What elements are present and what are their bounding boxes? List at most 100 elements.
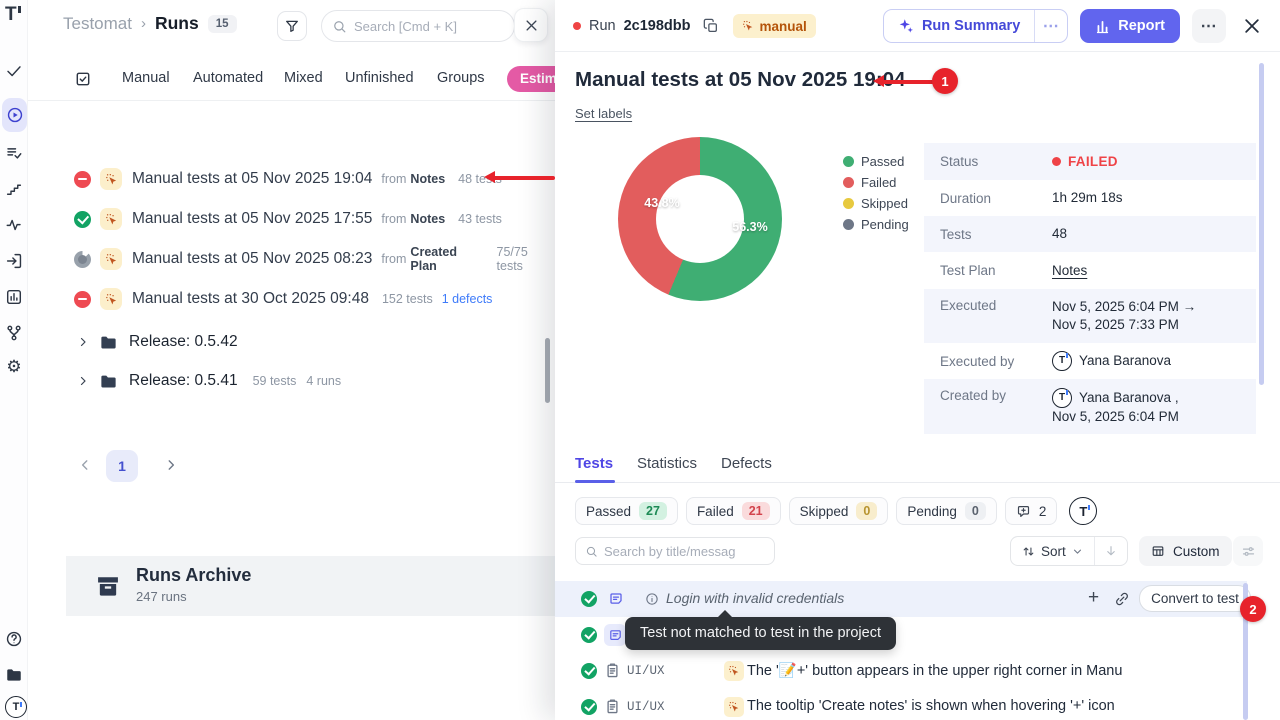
run-summary-button[interactable]: Run Summary: [884, 10, 1034, 42]
close-icon: [524, 18, 539, 33]
pagination-prev-icon[interactable]: [78, 458, 92, 472]
tab-statistics[interactable]: Statistics: [637, 455, 697, 472]
tests-search-input[interactable]: [604, 544, 765, 559]
tab-groups[interactable]: Groups: [437, 70, 485, 86]
test-row[interactable]: UI/UX The '📝+' button appears in the upp…: [555, 653, 1247, 689]
status-progress-icon: [74, 251, 91, 268]
assignee-avatar[interactable]: T: [1069, 497, 1097, 525]
list-panel-close-button[interactable]: [514, 8, 548, 42]
tab-estimate-badge[interactable]: Estim: [507, 66, 555, 92]
pagination: 1: [28, 450, 555, 482]
chip-pending[interactable]: Pending0: [896, 497, 997, 525]
test-row[interactable]: Login with invalid credentials + Convert…: [555, 581, 1247, 617]
help-icon[interactable]: [5, 630, 23, 648]
checks-icon[interactable]: [5, 62, 23, 80]
comment-plus-icon: [1016, 504, 1031, 519]
more-actions-button[interactable]: ⋯: [1192, 9, 1226, 43]
select-all-icon[interactable]: [74, 70, 92, 88]
note-icon: [608, 591, 624, 607]
active-tab-underline: [575, 480, 615, 483]
run-from-label: from: [381, 252, 406, 266]
runs-search-input[interactable]: [354, 19, 504, 34]
tab-mixed[interactable]: Mixed: [284, 70, 323, 86]
tab-tests[interactable]: Tests: [575, 455, 613, 472]
copy-icon[interactable]: [703, 18, 719, 34]
status-failed-icon: [74, 291, 91, 308]
run-list-item[interactable]: Manual tests at 05 Nov 2025 08:23 from C…: [28, 244, 555, 274]
runs-archive-card[interactable]: Runs Archive 247 runs: [66, 556, 555, 616]
run-plan-link[interactable]: Created Plan: [410, 245, 483, 273]
annotation-arrow-1-list-line: [493, 176, 555, 180]
tab-defects[interactable]: Defects: [721, 455, 772, 472]
run-defects-link[interactable]: 1 defects: [442, 292, 493, 306]
settings-gear-icon[interactable]: ⚙: [5, 358, 23, 376]
run-list-item[interactable]: Manual tests at 05 Nov 2025 19:04 from N…: [28, 164, 555, 194]
view-settings-button[interactable]: [1233, 536, 1263, 566]
sort-direction-button[interactable]: [1095, 537, 1127, 565]
folder-title[interactable]: Release: 0.5.42: [129, 333, 238, 351]
status-failed-icon: [74, 171, 91, 188]
test-title[interactable]: The '📝+' button appears in the upper rig…: [747, 662, 1122, 679]
tab-manual[interactable]: Manual: [122, 70, 170, 86]
test-plan-link[interactable]: Notes: [1052, 262, 1087, 280]
release-folder-row[interactable]: Release: 0.5.42: [28, 328, 555, 356]
arrow-down-icon: [1104, 544, 1118, 558]
filter-button[interactable]: [277, 11, 307, 41]
convert-to-test-button[interactable]: Convert to test: [1139, 585, 1251, 612]
run-title[interactable]: Manual tests at 05 Nov 2025 19:04: [132, 170, 372, 188]
test-plans-icon[interactable]: [5, 144, 23, 162]
sidebar-item-runs[interactable]: [2, 98, 27, 132]
run-plan-link[interactable]: Notes: [410, 172, 445, 186]
run-list-item[interactable]: Manual tests at 30 Oct 2025 09:48 152 te…: [28, 284, 555, 314]
projects-folder-icon[interactable]: [5, 666, 23, 684]
folder-title[interactable]: Release: 0.5.41: [129, 372, 238, 390]
import-icon[interactable]: [5, 252, 23, 270]
run-title[interactable]: Manual tests at 05 Nov 2025 17:55: [132, 210, 372, 228]
chip-failed[interactable]: Failed21: [686, 497, 781, 525]
note-icon: [608, 628, 623, 643]
link-icon[interactable]: [1114, 591, 1130, 607]
account-avatar[interactable]: T: [5, 696, 23, 719]
runs-search[interactable]: [321, 10, 515, 42]
chip-comments[interactable]: 2: [1005, 497, 1058, 525]
annotation-step-1: 1: [932, 68, 958, 94]
branches-icon[interactable]: [5, 324, 23, 342]
info-row-executed-by: Executed by TYana Baranova: [924, 343, 1256, 379]
chip-skipped[interactable]: Skipped0: [789, 497, 889, 525]
pagination-next-icon[interactable]: [164, 458, 178, 472]
test-row[interactable]: UI/UX The tooltip 'Create notes' is show…: [555, 689, 1247, 720]
chevron-right-icon[interactable]: [77, 336, 89, 348]
run-summary-more-button[interactable]: ⋯: [1035, 10, 1067, 42]
test-title[interactable]: Login with invalid credentials: [666, 590, 844, 606]
custom-view-button[interactable]: Custom: [1139, 536, 1232, 566]
test-title[interactable]: The tooltip 'Create notes' is shown when…: [747, 698, 1115, 714]
report-button[interactable]: Report: [1080, 9, 1180, 43]
chevron-right-icon[interactable]: [77, 375, 89, 387]
run-plan-link[interactable]: Notes: [410, 212, 445, 226]
sort-button[interactable]: Sort: [1011, 544, 1094, 559]
tab-unfinished[interactable]: Unfinished: [345, 70, 414, 86]
detail-scrollbar-top[interactable]: [1259, 63, 1264, 385]
release-folder-row[interactable]: Release: 0.5.41 59 tests 4 runs: [28, 367, 555, 395]
breadcrumb-app[interactable]: Testomat: [63, 14, 132, 34]
run-title[interactable]: Manual tests at 30 Oct 2025 09:48: [132, 290, 369, 308]
run-title[interactable]: Manual tests at 05 Nov 2025 08:23: [132, 250, 372, 268]
run-list-item[interactable]: Manual tests at 05 Nov 2025 17:55 from N…: [28, 204, 555, 234]
testomat-logo-icon[interactable]: T: [5, 4, 23, 28]
tests-search[interactable]: [575, 537, 775, 565]
breadcrumb-section[interactable]: Runs: [155, 13, 199, 34]
clipboard-icon: [604, 698, 621, 715]
set-labels-link[interactable]: Set labels: [575, 106, 632, 121]
chip-passed[interactable]: Passed27: [575, 497, 678, 525]
list-scrollbar[interactable]: [545, 338, 550, 403]
activity-icon[interactable]: [5, 216, 23, 234]
detail-close-icon[interactable]: [1242, 16, 1262, 36]
analytics-icon[interactable]: [5, 288, 23, 306]
pagination-page-1[interactable]: 1: [106, 450, 138, 482]
manual-badge: manual: [733, 14, 816, 38]
add-icon[interactable]: +: [1088, 587, 1099, 609]
tab-automated[interactable]: Automated: [193, 70, 263, 86]
passed-dot: [843, 156, 854, 167]
app-root: T ⚙ T Testomat › Runs 15 Manual Automa: [0, 0, 1280, 720]
steps-icon[interactable]: [5, 180, 23, 198]
